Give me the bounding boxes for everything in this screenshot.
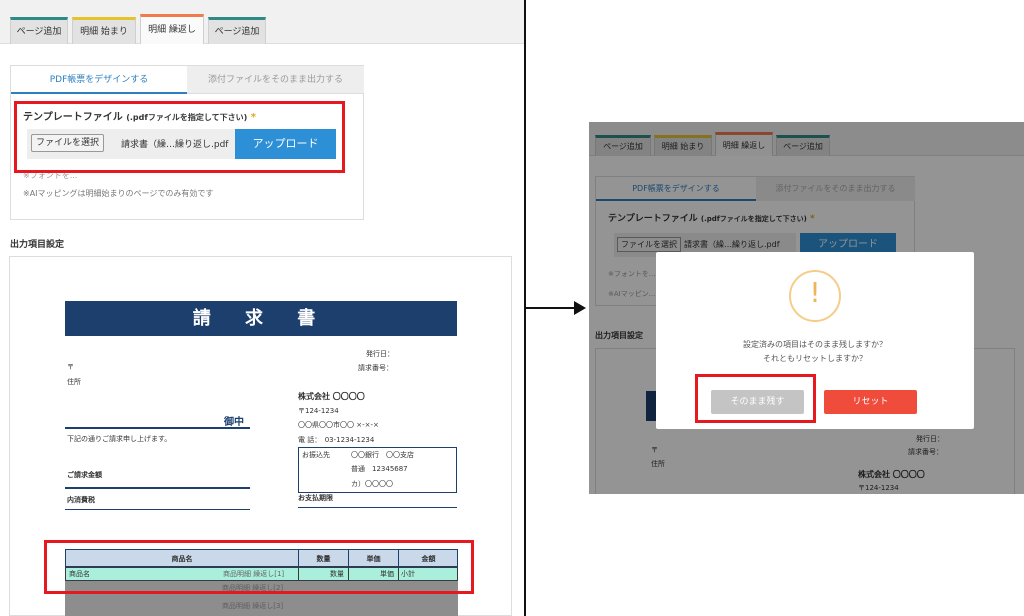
highlight-box-table [44,540,474,594]
tab-page-add-1[interactable]: ページ追加 [10,17,68,44]
tab-page-add-2[interactable]: ページ追加 [208,17,266,44]
ai-mapping-note: ※AIマッピングは明細始まりのページでのみ有効です [23,189,214,198]
dialog-message-line1: 設定済みの項目はそのまま残しますか？ [743,340,887,349]
company-tel: 電 話： 03-1234-1234 [298,436,375,444]
invoice-title: 請 求 書 [65,301,457,336]
left-screenshot-panel: ページ追加 明細 始まり 明細 繰返し ページ追加 PDF帳票をデザインする 添… [0,0,526,616]
highlight-box-upload [14,101,345,173]
amount-label: ご請求金額 [67,471,102,479]
warning-icon: ! [789,270,841,322]
output-settings-label: 出力項目設定 [10,240,65,250]
arrow-line [526,307,576,309]
tab-attach-as-is[interactable]: 添付ファイルをそのまま出力する [187,66,364,94]
invoice-no-label: 請求番号： [358,364,393,372]
bank-line3: カ）〇〇〇〇 [351,480,393,488]
request-text: 下記の通りご請求申し上げます。 [67,435,172,443]
amount-underline [65,487,250,489]
tax-label: 内消費税 [67,496,95,504]
company-postal: 〒124-1234 [298,407,339,415]
tab-detail-start[interactable]: 明細 始まり [72,17,136,44]
right-screenshot-panel: ページ追加 明細 始まり 明細 繰返し ページ追加 PDF帳票をデザインする 添… [589,122,1024,494]
issue-date-label: 発行日： [366,350,394,358]
due-date-label: お支払期限 [298,494,333,502]
bank-label: お振込先 [302,451,330,459]
bank-line1: 〇〇銀行 〇〇支店 [351,451,414,459]
highlight-box-keep [695,374,816,423]
onchu-line: 御中 [65,411,250,429]
tax-underline [65,509,250,510]
bank-line2: 普通 12345687 [351,465,408,473]
tab-design-pdf[interactable]: PDF帳票をデザインする [11,66,187,94]
warning-icon-glyph: ! [809,276,821,309]
company-address: 〇〇県〇〇市〇〇 ×-×-× [298,421,379,429]
repeat-row-3: 商品明細 繰返し[3] [222,602,284,610]
reset-button[interactable]: リセット [824,390,917,414]
dialog-message-line2: それともリセットしますか？ [763,354,867,363]
arrow-right-icon [574,301,586,315]
company-name: 株式会社 〇〇〇〇 [298,392,365,401]
onchu-text: 御中 [224,417,244,428]
page-tab-bar: ページ追加 明細 始まり 明細 繰返し ページ追加 [0,0,524,44]
bank-info-box: お振込先 〇〇銀行 〇〇支店 普通 12345687 カ）〇〇〇〇 [298,447,457,493]
postal-mark: 〒 [67,363,74,371]
dialog-message: 設定済みの項目はそのまま残しますか？ それともリセットしますか？ [656,338,974,366]
tab-detail-repeat[interactable]: 明細 繰返し [140,14,204,44]
address-label: 住所 [67,378,81,386]
due-underline [298,507,457,508]
